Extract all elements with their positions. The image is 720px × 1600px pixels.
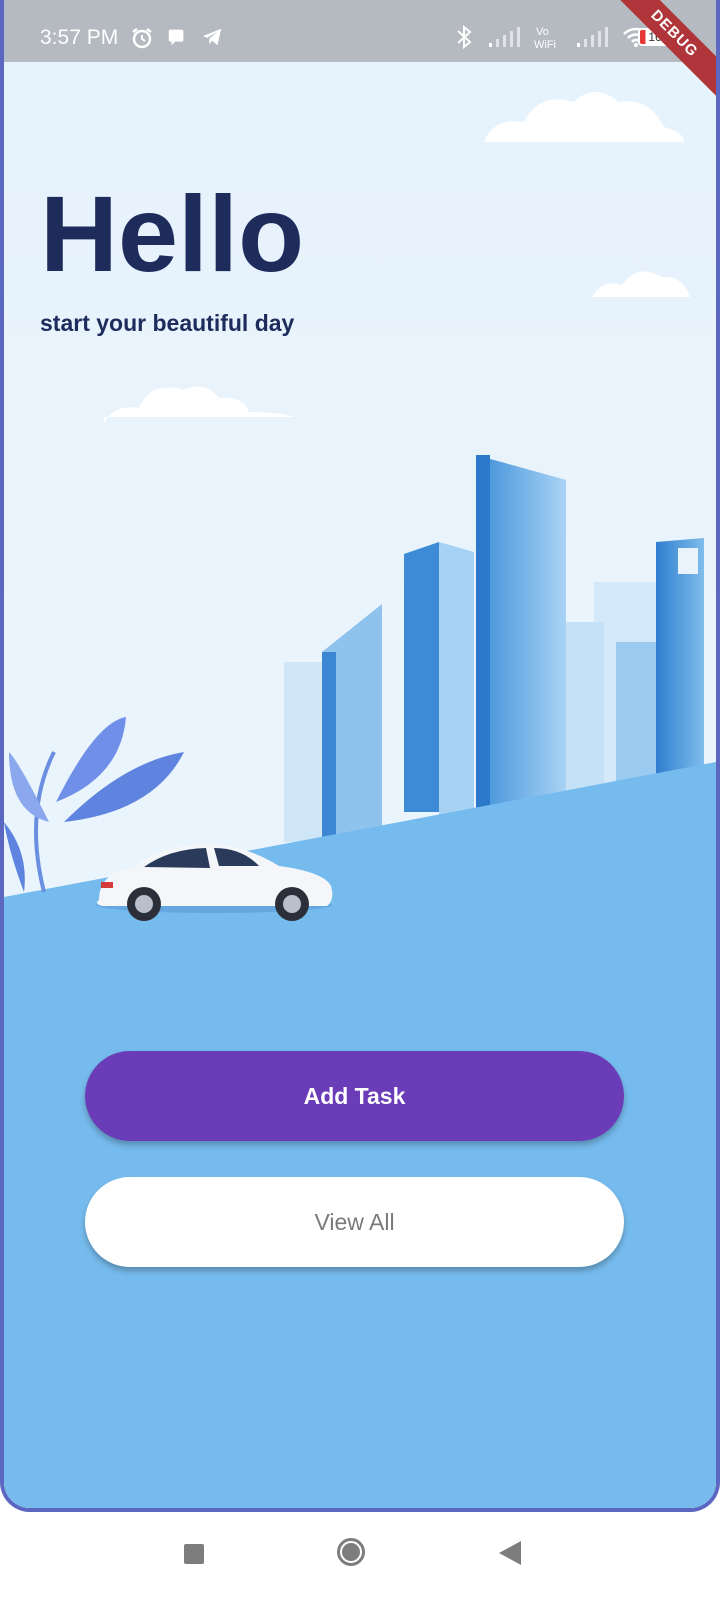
illustration: Hello start your beautiful day Add Task …	[4, 62, 716, 1508]
back-icon[interactable]	[499, 1541, 521, 1565]
view-all-button[interactable]: View All	[85, 1177, 624, 1267]
add-task-button[interactable]: Add Task	[85, 1051, 624, 1141]
greeting-title: Hello	[40, 173, 305, 294]
status-time: 3:57 PM	[40, 26, 119, 49]
svg-text:WiFi: WiFi	[534, 39, 556, 50]
signal-icon	[488, 27, 520, 47]
telegram-icon	[200, 26, 224, 50]
signal-icon-2	[576, 27, 608, 47]
alarm-icon	[130, 26, 154, 50]
bluetooth-icon	[454, 24, 474, 50]
app-frame: 3:57 PM Vo WiFi 16 DEBUG Hello start you…	[0, 0, 720, 1512]
greeting-subtitle: start your beautiful day	[40, 310, 295, 336]
svg-text:Vo: Vo	[536, 26, 549, 38]
system-nav-bar	[0, 1512, 720, 1600]
home-icon[interactable]	[337, 1538, 365, 1566]
vowifi-icon: Vo WiFi	[534, 24, 562, 50]
chat-icon	[166, 26, 188, 50]
status-bar: 3:57 PM Vo WiFi 16	[4, 0, 716, 62]
recent-apps-icon[interactable]	[184, 1544, 204, 1564]
